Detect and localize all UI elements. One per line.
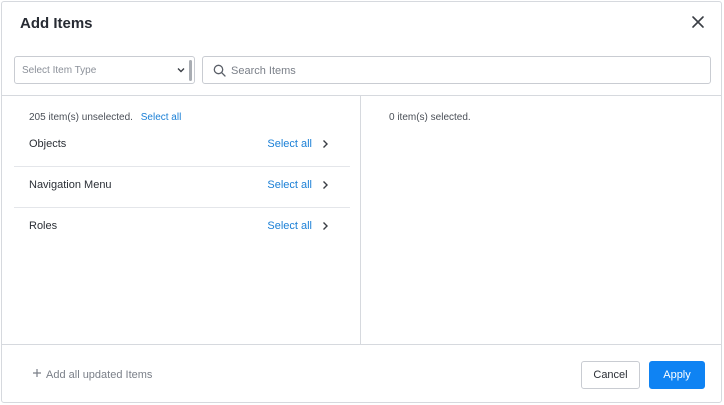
item-type-select[interactable]: Select Item Type [14, 56, 195, 84]
dialog-header: Add Items [2, 2, 721, 46]
items-body: 205 item(s) unselected. Select all Objec… [2, 95, 721, 345]
add-all-updated-items-button[interactable]: Add all updated Items [32, 368, 152, 381]
chevron-right-icon[interactable] [320, 221, 330, 231]
add-all-label: Add all updated Items [46, 369, 153, 381]
cancel-button[interactable]: Cancel [581, 361, 640, 389]
item-type-placeholder: Select Item Type [22, 65, 97, 76]
plus-icon [32, 368, 42, 381]
unselected-count-text: 205 item(s) unselected. [29, 112, 133, 123]
select-all-link[interactable]: Select all [141, 112, 182, 123]
list-item-label: Navigation Menu [29, 179, 112, 191]
list-item-roles[interactable]: Roles Select all [14, 208, 350, 249]
selected-pane: 0 item(s) selected. [362, 96, 722, 344]
unselected-summary: 205 item(s) unselected. Select all [29, 112, 181, 123]
dialog-title: Add Items [20, 15, 93, 32]
chevron-down-icon [177, 68, 185, 73]
list-item-label: Roles [29, 220, 58, 232]
close-button[interactable] [691, 15, 705, 29]
dialog-footer: Add all updated Items Cancel Apply [2, 346, 721, 404]
apply-button[interactable]: Apply [649, 361, 705, 389]
chevron-right-icon[interactable] [320, 180, 330, 190]
select-all-objects-link[interactable]: Select all [267, 138, 312, 150]
list-item-label: Objects [29, 138, 67, 150]
unselected-pane: 205 item(s) unselected. Select all Objec… [2, 96, 361, 344]
close-icon [692, 16, 704, 28]
selected-summary: 0 item(s) selected. [389, 112, 471, 123]
search-box[interactable] [202, 56, 711, 84]
filter-bar: Select Item Type [14, 56, 711, 85]
search-icon [213, 64, 226, 77]
select-all-roles-link[interactable]: Select all [267, 220, 312, 232]
search-input[interactable] [231, 61, 701, 80]
chevron-right-icon[interactable] [320, 139, 330, 149]
list-item-objects[interactable]: Objects Select all [14, 126, 350, 167]
item-type-list: Objects Select all Navigation Menu Selec… [14, 126, 350, 249]
select-scroll-handle[interactable] [189, 60, 192, 81]
add-items-dialog: Add Items Select Item Type 205 item(s) [1, 1, 722, 403]
select-all-navigation-menu-link[interactable]: Select all [267, 179, 312, 191]
list-item-navigation-menu[interactable]: Navigation Menu Select all [14, 167, 350, 208]
